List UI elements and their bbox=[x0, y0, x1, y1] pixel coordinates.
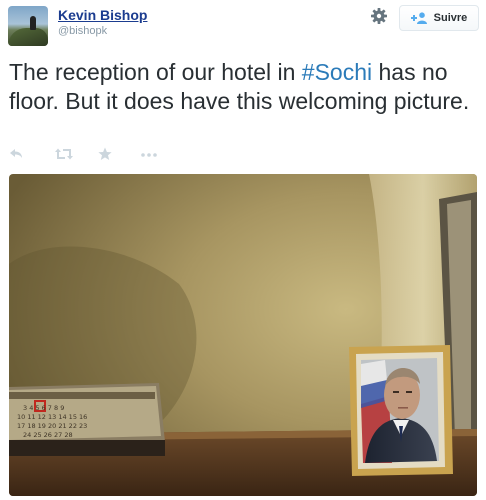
more-icon[interactable] bbox=[140, 147, 158, 161]
user-name-link[interactable]: Kevin Bishop bbox=[58, 7, 147, 23]
add-user-icon bbox=[410, 12, 427, 24]
user-handle: @bishopk bbox=[58, 25, 108, 37]
avatar-figure bbox=[30, 16, 36, 30]
avatar-landscape bbox=[8, 28, 48, 46]
tweet-photo[interactable]: 3 4 5 6 7 8 9 10 11 12 13 14 15 16 17 18… bbox=[9, 174, 477, 496]
calendar-row-2: 10 11 12 13 14 15 16 bbox=[17, 413, 87, 421]
follow-button-label: Suivre bbox=[433, 12, 468, 24]
follow-button[interactable]: Suivre bbox=[399, 5, 479, 31]
tweet-text-start: The reception of our hotel in bbox=[9, 59, 302, 85]
gear-icon[interactable] bbox=[369, 6, 389, 26]
framed-portrait bbox=[349, 345, 453, 476]
star-icon[interactable] bbox=[98, 147, 112, 161]
avatar[interactable] bbox=[8, 6, 48, 46]
calendar-row-3: 17 18 19 20 21 22 23 bbox=[17, 422, 87, 430]
desk-calendar: 3 4 5 6 7 8 9 10 11 12 13 14 15 16 17 18… bbox=[9, 383, 165, 456]
calendar-row-4: 24 25 26 27 28 bbox=[23, 431, 73, 439]
tweet-text: The reception of our hotel in #Sochi has… bbox=[9, 58, 479, 116]
hashtag-link[interactable]: #Sochi bbox=[302, 59, 372, 85]
calendar-row-1: 3 4 5 6 7 8 9 bbox=[23, 404, 64, 412]
retweet-icon[interactable] bbox=[55, 147, 73, 161]
photo-scene: 3 4 5 6 7 8 9 10 11 12 13 14 15 16 17 18… bbox=[9, 174, 477, 496]
reply-icon[interactable] bbox=[9, 147, 23, 161]
